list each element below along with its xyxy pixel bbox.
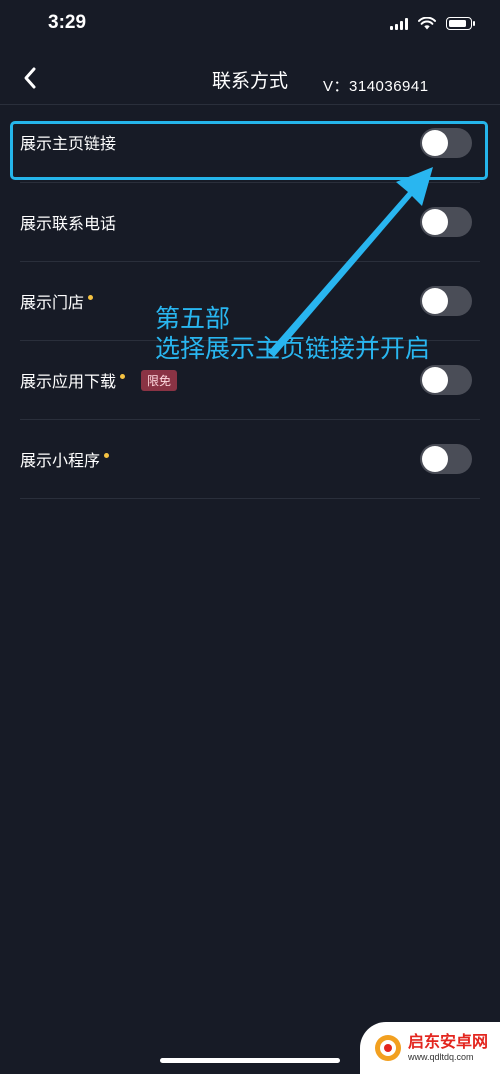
free-badge: 限免 bbox=[141, 369, 178, 391]
new-dot-indicator bbox=[104, 453, 110, 458]
toggle-knob bbox=[422, 367, 448, 393]
signal-icon bbox=[390, 17, 408, 30]
setting-label: 展示应用下载 bbox=[20, 372, 117, 391]
setting-row-phone: 展示联系电话 bbox=[20, 183, 480, 262]
setting-row-mini-program: 展示小程序 bbox=[20, 420, 480, 499]
status-icons bbox=[390, 17, 475, 30]
setting-label: 展示小程序 bbox=[20, 451, 101, 470]
toggle-knob bbox=[422, 209, 448, 235]
setting-label: 展示联系电话 bbox=[20, 214, 117, 233]
status-bar: 3:29 bbox=[0, 0, 500, 52]
user-id: V：314036941 bbox=[323, 78, 429, 95]
watermark-logo-icon bbox=[375, 1035, 401, 1061]
home-indicator[interactable] bbox=[160, 1058, 340, 1063]
annotation-line-2: 选择展示主页链接并开启 bbox=[155, 334, 431, 363]
watermark: 启东安卓网 www.qdltdq.com bbox=[360, 1022, 500, 1074]
phone-toggle[interactable] bbox=[420, 207, 472, 237]
screen: 3:29 联系方式 V：314036941 展示主页链接 展示联系电话 展示门店… bbox=[0, 0, 500, 1074]
annotation-text: 第五部 选择展示主页链接并开启 bbox=[155, 304, 430, 364]
watermark-title: 启东安卓网 bbox=[408, 1032, 489, 1051]
mini-program-toggle[interactable] bbox=[420, 444, 472, 474]
wifi-icon bbox=[418, 17, 436, 30]
status-time: 3:29 bbox=[48, 12, 87, 33]
new-dot-indicator bbox=[120, 374, 126, 379]
toggle-knob bbox=[422, 446, 448, 472]
nav-bar: 联系方式 V：314036941 bbox=[0, 52, 500, 104]
setting-label: 展示门店 bbox=[20, 293, 85, 312]
app-download-toggle[interactable] bbox=[420, 365, 472, 395]
annotation-line-1: 第五部 bbox=[155, 304, 231, 333]
new-dot-indicator bbox=[88, 295, 94, 300]
watermark-url: www.qdltdq.com bbox=[408, 1052, 474, 1062]
highlight-box bbox=[10, 121, 488, 180]
battery-icon bbox=[446, 17, 475, 30]
